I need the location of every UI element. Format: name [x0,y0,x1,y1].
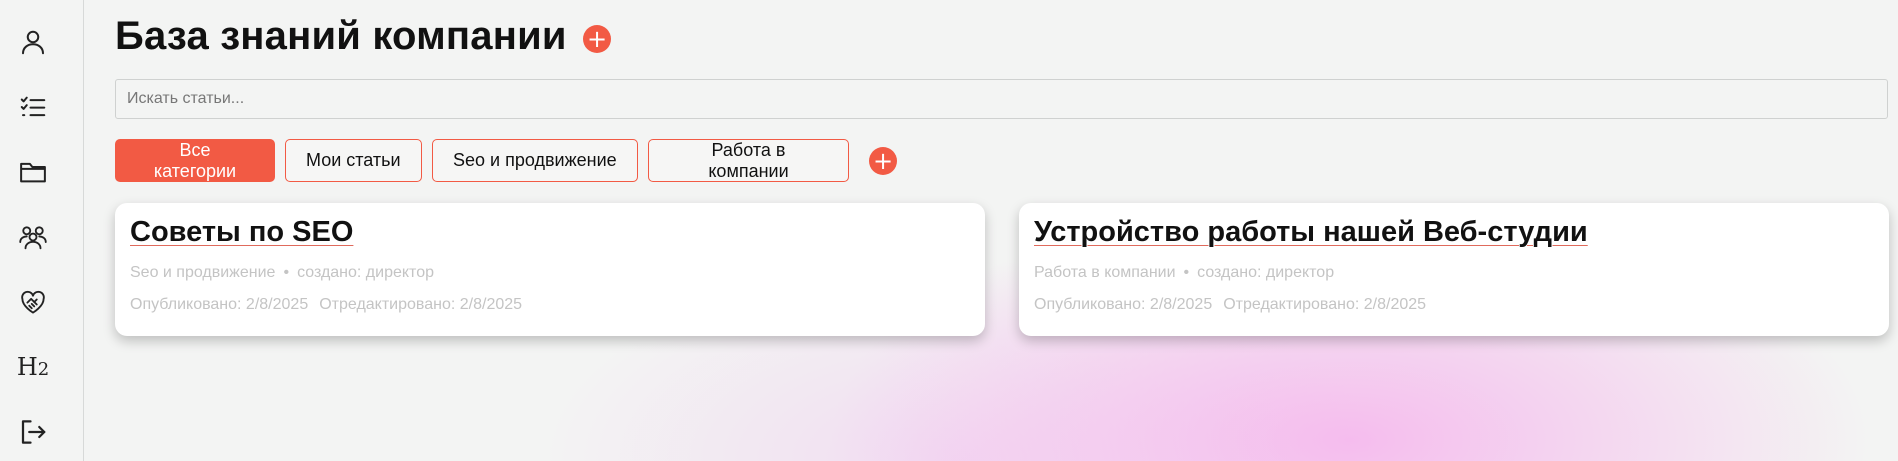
meta-separator: • [1183,264,1190,281]
profile-nav-button[interactable] [17,26,49,58]
partners-nav-button[interactable] [17,286,49,318]
heading-h2-icon: H2 [16,353,50,381]
article-meta: Работа в компании • создано: директор [1034,264,1874,282]
category-chip-seo[interactable]: Seo и продвижение [432,139,638,182]
article-published-date: Опубликовано: 2/8/2025 [130,296,309,313]
article-author: создано: директор [1197,264,1335,281]
category-chip-all[interactable]: Все категории [115,139,275,182]
team-icon [19,226,47,250]
folder-icon [20,162,46,183]
page-title: База знаний компании [115,14,567,58]
article-dates: Опубликовано: 2/8/2025 Отредактировано: 2… [1034,296,1874,314]
team-nav-button[interactable] [17,221,49,253]
article-edited-date: Отредактировано: 2/8/2025 [1223,296,1427,313]
add-category-button[interactable]: + [869,147,897,175]
category-chip-my-articles[interactable]: Мои статьи [285,139,422,182]
headings-nav-button[interactable]: H2 [17,351,49,383]
article-category: Seo и продвижение [130,264,276,281]
article-meta: Seo и продвижение • создано: директор [130,264,970,282]
article-card[interactable]: Советы по SEO Seo и продвижение • создано:… [115,203,985,336]
article-dates: Опубликовано: 2/8/2025 Отредактировано: 2… [130,296,970,314]
article-edited-date: Отредактировано: 2/8/2025 [319,296,523,313]
article-category: Работа в компании [1034,264,1176,281]
sidebar: H2 [0,0,84,461]
search-input[interactable] [115,79,1888,119]
user-icon [22,30,44,55]
add-article-button[interactable]: + [583,25,611,53]
article-title[interactable]: Устройство работы нашей Веб-студии [1034,216,1588,249]
meta-separator: • [283,264,290,281]
article-title[interactable]: Советы по SEO [130,216,353,249]
logout-icon [21,420,46,444]
documents-nav-button[interactable] [17,156,49,188]
article-published-date: Опубликовано: 2/8/2025 [1034,296,1213,313]
logout-nav-button[interactable] [17,416,49,448]
article-card[interactable]: Устройство работы нашей Веб-студии Работ… [1019,203,1889,336]
tasks-nav-button[interactable] [17,91,49,123]
handshake-icon [21,290,45,314]
category-chip-company[interactable]: Работа в компании [648,139,849,182]
article-author: создано: директор [297,264,434,281]
checklist-icon [20,96,46,117]
